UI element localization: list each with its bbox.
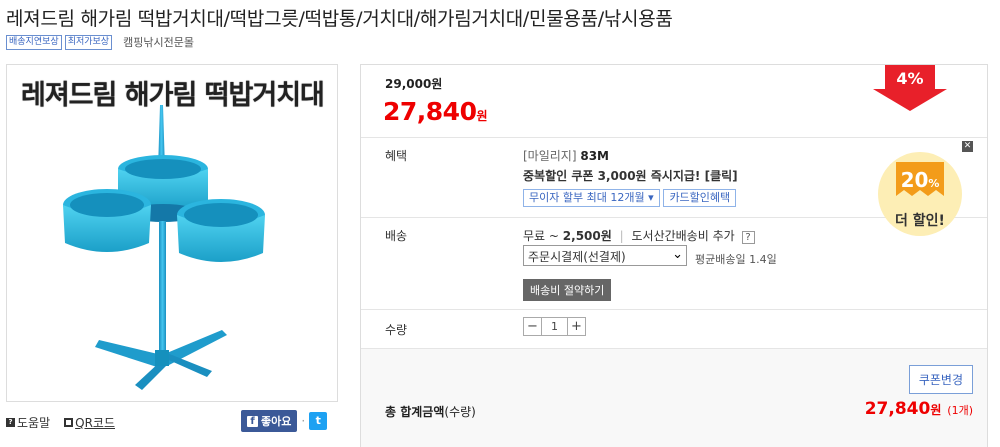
card-discount-button[interactable]: 카드할인혜택 [663,189,737,207]
shipping-save-button[interactable]: 배송비 절약하기 [523,279,612,301]
sale-price-value: 27,840 [383,97,477,126]
close-icon[interactable]: ✕ [962,141,973,152]
divider [361,137,987,138]
purchase-panel: 29,000원 27,840원 4% 혜택 [마일리지] 83M 중복할인 쿠폰… [360,64,988,447]
quantity-input[interactable]: 1 [542,317,567,336]
sale-price-won: 원 [476,109,488,123]
promo-percent-sign: % [928,177,940,190]
installment-button[interactable]: 무이자 할부 최대 12개월 ▾ [523,189,660,207]
discount-rate: 4% [896,69,924,88]
total-count: (1개) [947,404,973,417]
chevron-down-icon: ▾ [648,191,654,204]
island-shipping: 도서산간배송비 추가 [631,229,735,243]
badge-lowest-price[interactable]: 최저가보상 [64,34,113,50]
chevron-down-icon: ⌄ [672,247,683,262]
quantity-stepper: − 1 + [523,317,586,336]
help-label: 도움말 [17,416,51,430]
promo-text: 더 할인! [895,213,945,229]
promo-percent: 20% [876,168,964,192]
coupon-link[interactable]: 중복할인 쿠폰 3,000원 즉시지급! [클릭] [523,167,738,184]
mileage-value: 83M [580,149,609,163]
help-icon[interactable]: ? [741,231,755,244]
promo-percent-value: 20 [900,168,929,192]
help-link[interactable]: ? 도움말 [6,414,50,431]
total-label-text: 총 합계금액 [385,405,445,419]
payment-method-value: 주문시결제(선결제) [528,250,626,264]
original-price: 29,000원 [385,77,443,91]
badge-row: 배송지연보상 최저가보상 캠핑낚시전문몰 [6,34,194,50]
benefit-buttons: 무이자 할부 최대 12개월 ▾ 카드할인혜택 [523,189,737,207]
product-title: 레져드림 해가림 떡밥거치대/떡밥그릇/떡밥통/거치대/해가림거치대/민물용품/… [6,8,673,30]
mileage-row: [마일리지] 83M [523,147,609,164]
image-caption: 레져드림 해가림 떡밥거치대 [21,80,325,111]
shipping-info: 무료 ~ 2,500원 | 도서산간배송비 추가 ? [523,227,755,244]
shipping-amount: 2,500원 [562,229,612,243]
shipping-label: 배송 [385,229,408,243]
installment-label: 무이자 할부 최대 12개월 [529,191,645,204]
shipping-free: 무료 ~ [523,229,559,243]
qr-code-icon [64,418,74,427]
payment-method-select[interactable]: 주문시결제(선결제) ⌄ [523,245,687,266]
average-delivery: 평균배송일 1.4일 [695,253,777,266]
total-price: 27,840원 (1개) [865,399,973,419]
like-label: 좋아요 [261,415,292,428]
facebook-like-button[interactable]: f 좋아요 [241,410,298,432]
facebook-icon: f [247,415,258,427]
quantity-label: 수량 [385,323,408,337]
total-price-value: 27,840 [864,399,931,419]
quantity-minus-button[interactable]: − [523,317,542,336]
utility-links: ? 도움말 QR코드 [6,414,115,431]
divider [361,309,987,310]
bait-holder-illustration [63,105,265,390]
total-section: 쿠폰변경 총 합계금액(수량) 27,840원 (1개) [361,349,987,447]
total-label: 총 합계금액(수량) [385,403,476,420]
social-share: f 좋아요 · t [241,410,328,432]
shipping-divider: | [619,229,624,243]
total-price-won: 원 [930,403,942,417]
total-label-sub: (수량) [444,405,476,419]
coupon-change-button[interactable]: 쿠폰변경 [908,365,973,394]
mileage-label: [마일리지] [523,149,577,163]
benefit-label: 혜택 [385,149,408,163]
question-box-icon: ? [6,418,15,427]
share-separator: · [301,414,306,428]
qr-link[interactable]: QR코드 [64,414,115,431]
twitter-icon[interactable]: t [309,412,328,430]
product-image[interactable]: 레져드림 해가림 떡밥거치대 [6,64,338,402]
quantity-plus-button[interactable]: + [567,317,586,336]
sale-price: 27,840원 [383,97,488,126]
seller-name[interactable]: 캠핑낚시전문몰 [123,34,194,50]
qr-label: QR코드 [75,416,115,430]
badge-delivery-delay[interactable]: 배송지연보상 [6,34,62,50]
